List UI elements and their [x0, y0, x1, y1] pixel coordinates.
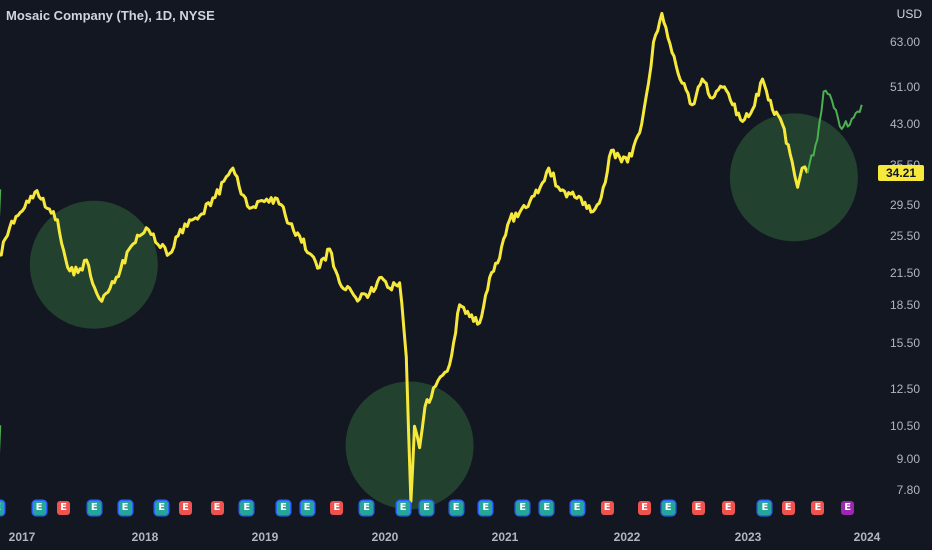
y-tick-label: 18.50	[889, 297, 920, 312]
currency-label: USD	[896, 7, 922, 21]
x-tick-label: 2023	[734, 530, 762, 544]
earnings-marker[interactable]: E	[360, 501, 373, 515]
y-tick-label: 10.50	[889, 419, 920, 434]
earnings-marker[interactable]: E	[638, 501, 651, 515]
earnings-marker[interactable]: E	[210, 501, 224, 515]
earnings-marker[interactable]: E	[57, 501, 70, 515]
x-tick-label: 2017	[8, 530, 36, 544]
earnings-marker[interactable]: E	[570, 501, 584, 515]
x-tick-label: 2024	[853, 530, 881, 544]
y-tick-label: 21.50	[889, 265, 920, 280]
earnings-marker[interactable]: E	[240, 501, 254, 515]
current-price-badge: 34.21	[878, 165, 924, 181]
earnings-marker[interactable]: E	[516, 501, 530, 515]
y-tick-label: 12.50	[889, 381, 920, 396]
earnings-marker[interactable]: E	[540, 501, 554, 515]
y-tick-label: 9.00	[896, 452, 920, 467]
earnings-marker[interactable]: E	[661, 501, 675, 515]
earnings-marker[interactable]: E	[87, 501, 101, 515]
y-tick-label: 51.00	[889, 80, 920, 95]
earnings-marker[interactable]: E	[0, 501, 5, 515]
earnings-marker[interactable]: E	[179, 501, 192, 515]
y-tick-label: 15.50	[889, 335, 920, 350]
earnings-marker[interactable]: E	[420, 501, 433, 515]
highlight-circles	[29, 113, 858, 510]
y-tick-label: 29.50	[889, 197, 920, 212]
earnings-marker[interactable]: E	[155, 501, 169, 515]
earnings-marker[interactable]: E	[32, 501, 46, 515]
price-chart[interactable]	[0, 0, 932, 550]
earnings-marker[interactable]: E	[691, 501, 705, 515]
x-tick-label: 2022	[613, 530, 641, 544]
y-tick-label: 43.00	[889, 116, 920, 131]
earnings-marker[interactable]: E	[276, 501, 290, 515]
earnings-marker[interactable]: E	[811, 501, 825, 515]
earnings-marker[interactable]: E	[118, 501, 132, 515]
y-tick-label: 63.00	[889, 35, 920, 49]
earnings-marker[interactable]: E	[758, 501, 772, 515]
chart-title: Mosaic Company (The), 1D, NYSE	[6, 8, 215, 23]
x-tick-label: 2019	[251, 530, 279, 544]
earnings-marker[interactable]: E	[841, 501, 855, 515]
earnings-marker[interactable]: E	[600, 501, 614, 515]
y-tick-label: 25.50	[889, 229, 920, 243]
earnings-marker[interactable]: E	[330, 501, 344, 515]
x-tick-label: 2018	[131, 530, 159, 544]
earnings-marker[interactable]: E	[300, 501, 314, 515]
earnings-marker[interactable]: E	[721, 501, 735, 515]
y-tick-label: 7.80	[896, 483, 920, 497]
x-tick-label: 2020	[371, 530, 399, 544]
earnings-marker[interactable]: E	[479, 501, 493, 515]
earnings-marker[interactable]: E	[449, 501, 463, 515]
highlight-circle	[29, 200, 158, 329]
earnings-marker[interactable]: E	[396, 501, 410, 515]
earnings-marker[interactable]: E	[781, 501, 795, 515]
x-tick-label: 2021	[491, 530, 519, 544]
